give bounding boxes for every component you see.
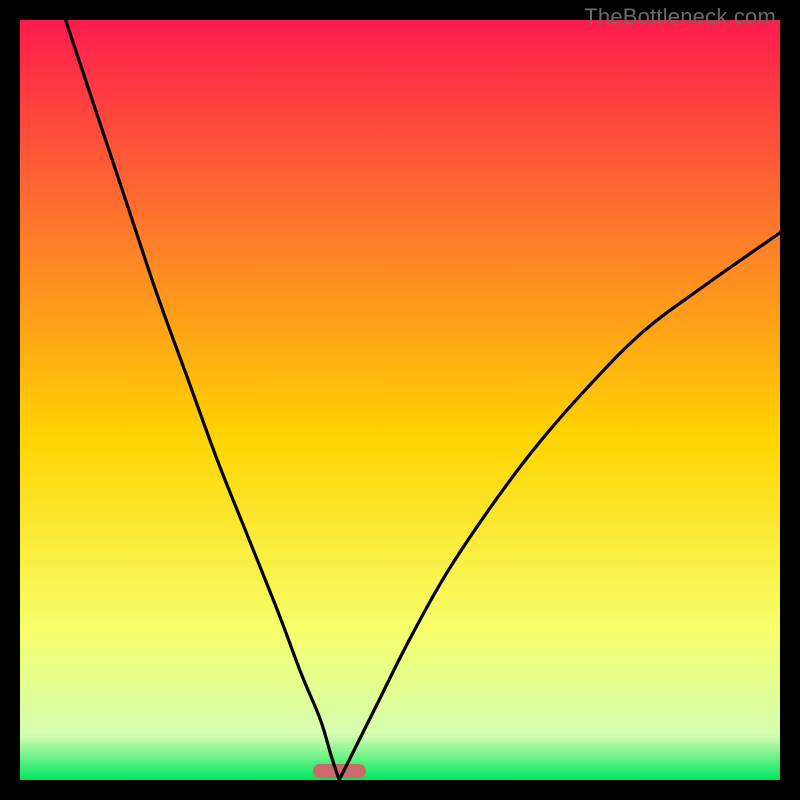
- curve-right-branch: [339, 233, 780, 780]
- watermark-text: TheBottleneck.com: [584, 4, 776, 30]
- bottleneck-curve: [20, 20, 780, 780]
- curve-left-branch: [66, 20, 340, 780]
